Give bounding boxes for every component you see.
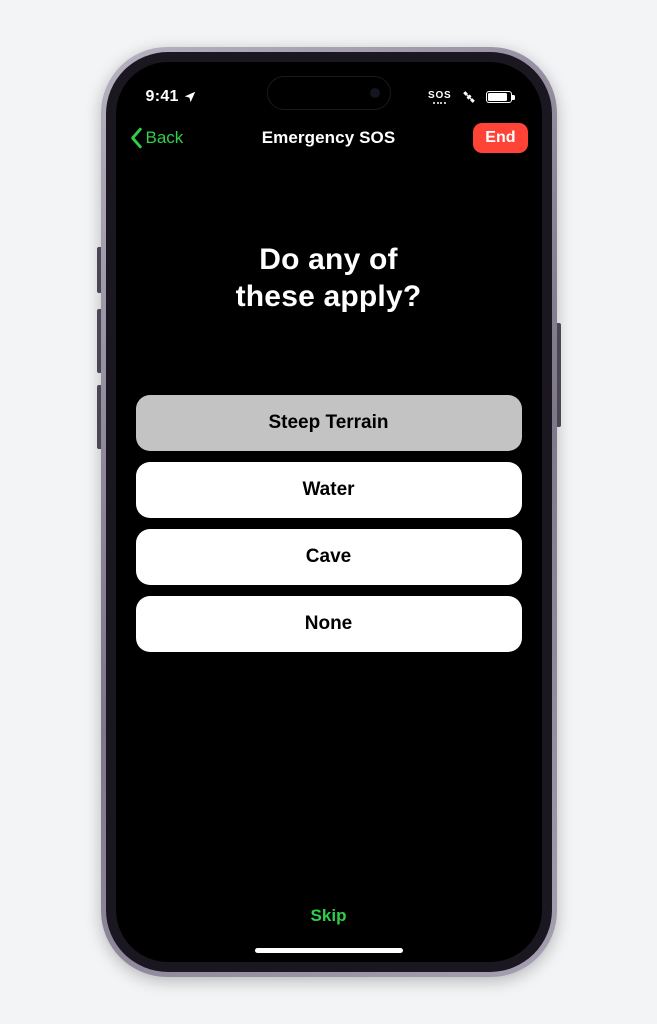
back-label: Back xyxy=(146,128,184,148)
option-steep-terrain[interactable]: Steep Terrain xyxy=(136,395,522,451)
chevron-left-icon xyxy=(130,127,144,149)
content-area: Do any of these apply? Steep Terrain Wat… xyxy=(116,160,542,962)
question-heading: Do any of these apply? xyxy=(136,242,522,315)
battery-icon xyxy=(486,91,512,103)
location-arrow-icon xyxy=(183,90,197,104)
option-none[interactable]: None xyxy=(136,596,522,652)
skip-button[interactable]: Skip xyxy=(136,906,522,926)
option-water[interactable]: Water xyxy=(136,462,522,518)
status-time: 9:41 xyxy=(146,88,179,106)
back-button[interactable]: Back xyxy=(130,127,184,149)
screen: 9:41 SOS xyxy=(116,62,542,962)
end-button[interactable]: End xyxy=(473,123,527,153)
option-cave[interactable]: Cave xyxy=(136,529,522,585)
sos-indicator: SOS xyxy=(428,91,452,104)
nav-bar: Back Emergency SOS End xyxy=(116,116,542,160)
dynamic-island xyxy=(267,76,391,110)
home-indicator[interactable] xyxy=(255,948,403,953)
nav-title: Emergency SOS xyxy=(262,128,396,148)
bezel: 9:41 SOS xyxy=(106,52,552,972)
option-list: Steep Terrain Water Cave None xyxy=(136,395,522,652)
satellite-icon xyxy=(460,88,478,106)
iphone-device-frame: 9:41 SOS xyxy=(101,47,557,977)
